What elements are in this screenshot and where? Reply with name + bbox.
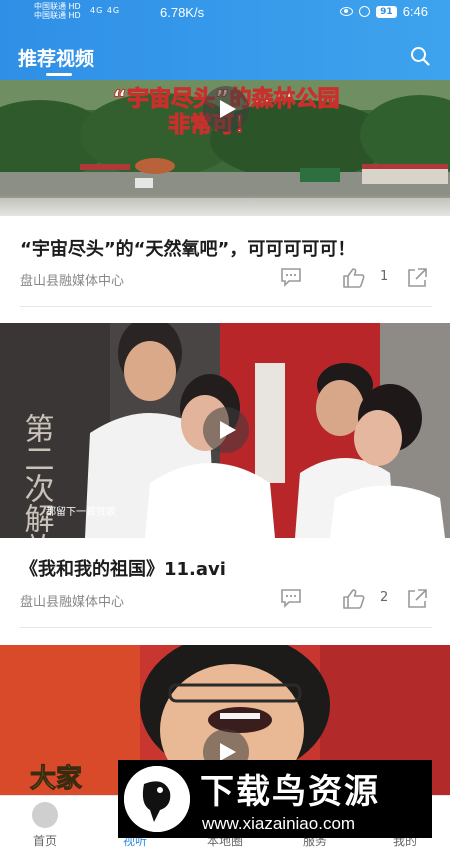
play-icon xyxy=(220,421,236,439)
watermark-url: www.xiazainiao.com xyxy=(202,814,356,833)
video-card[interactable]: “宇宙尽头”的森林公园 非常可！ “宇宙尽头”的“天然氧吧”，可可可可可！ 盘山… xyxy=(0,80,450,325)
video-title[interactable]: 《我和我的祖国》11.avi xyxy=(20,555,226,581)
watermark-brand: 下载鸟资源 xyxy=(200,772,380,812)
play-icon xyxy=(220,100,236,118)
app-header: 中国联通 HD 中国联通 HD 4G 4G 6.78K/s 91 6:46 推荐… xyxy=(0,0,450,80)
play-button[interactable] xyxy=(203,407,249,453)
watermark: 下载鸟资源 www.xiazainiao.com xyxy=(118,760,432,838)
watermark-logo xyxy=(124,766,190,832)
carrier-1: 中国联通 HD xyxy=(34,2,81,11)
status-right: 91 6:46 xyxy=(340,4,428,19)
clock: 6:46 xyxy=(402,4,428,19)
eye-icon xyxy=(340,7,354,16)
share-icon[interactable] xyxy=(406,267,428,289)
carrier-labels: 中国联通 HD 中国联通 HD xyxy=(34,2,81,20)
divider xyxy=(20,306,432,307)
home-icon xyxy=(32,802,58,828)
thumbnail-caption-1: 第二次解放 xyxy=(19,413,55,538)
status-bar: 中国联通 HD 中国联通 HD 4G 4G 6.78K/s 91 6:46 xyxy=(0,0,450,26)
bird-logo-icon xyxy=(124,766,190,832)
video-source: 盘山县融媒体中心 xyxy=(20,595,125,610)
like-count: 1 xyxy=(380,269,389,284)
video-title[interactable]: “宇宙尽头”的“天然氧吧”，可可可可可！ xyxy=(20,235,355,261)
like-icon[interactable] xyxy=(342,267,366,289)
thumbnail-fade xyxy=(0,194,450,216)
video-card[interactable]: 第二次解放 都留下一首赞歌 《我和我的祖国》11.avi 盘山县融媒体中心 2 xyxy=(0,323,450,643)
carrier-2: 中国联通 HD xyxy=(34,11,81,20)
alarm-icon xyxy=(359,6,371,17)
play-button[interactable] xyxy=(203,86,249,132)
thumbnail-subtitle: 都留下一首赞歌 xyxy=(46,505,116,518)
tab-label: 首页 xyxy=(32,834,57,848)
tab-home[interactable]: 首页 xyxy=(0,800,90,850)
video-source: 盘山县融媒体中心 xyxy=(20,274,125,289)
card-actions: 2 xyxy=(280,588,432,610)
net-speed: 6.78K/s xyxy=(160,5,205,20)
play-icon xyxy=(220,743,236,761)
share-icon[interactable] xyxy=(406,588,428,610)
video-thumbnail[interactable]: 第二次解放 都留下一首赞歌 xyxy=(0,323,450,538)
signal-icon: 4G 4G xyxy=(90,6,121,15)
search-icon[interactable] xyxy=(410,46,430,66)
divider xyxy=(20,627,432,628)
thumbnail-caption-1: 大家 xyxy=(30,763,82,794)
comment-icon[interactable] xyxy=(280,267,302,287)
battery-indicator: 91 xyxy=(376,5,397,18)
title-underline xyxy=(46,73,72,76)
like-count: 2 xyxy=(380,590,389,605)
page-title[interactable]: 推荐视频 xyxy=(18,44,94,71)
comment-icon[interactable] xyxy=(280,588,302,608)
like-icon[interactable] xyxy=(342,588,366,610)
card-actions: 1 xyxy=(280,267,432,289)
